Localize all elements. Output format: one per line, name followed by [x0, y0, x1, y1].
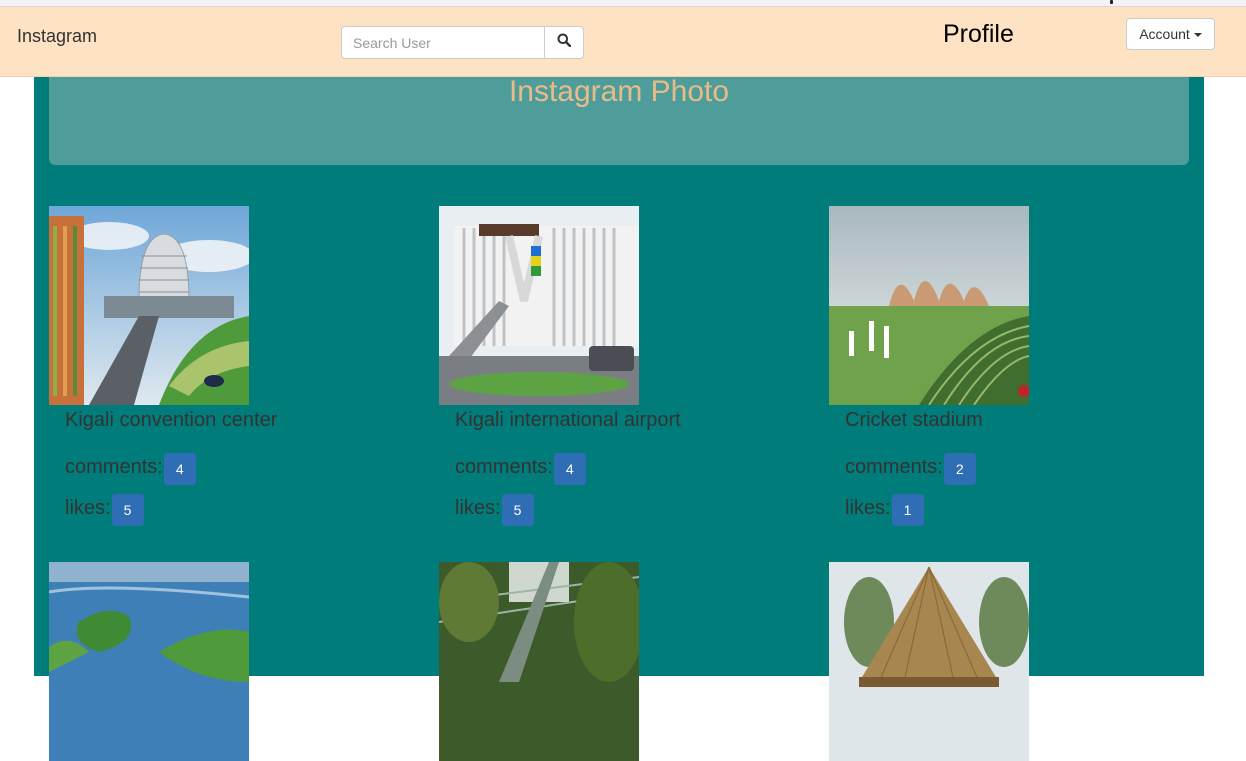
navbar: Instagram Profile Account [0, 7, 1246, 77]
comments-row: comments: 2 [845, 449, 976, 485]
search-button[interactable] [544, 26, 584, 59]
browser-top-edge [0, 0, 1246, 7]
post-photo[interactable] [439, 562, 639, 761]
post-photo[interactable] [439, 206, 639, 405]
comments-count-badge: 4 [553, 453, 586, 485]
post-photo[interactable] [49, 206, 249, 405]
likes-label: likes: [455, 496, 501, 519]
stray-mark [1110, 0, 1113, 4]
comments-count-badge: 4 [163, 453, 196, 485]
likes-label: likes: [845, 496, 891, 519]
likes-count-badge: 5 [111, 494, 144, 526]
brand-link[interactable]: Instagram [17, 26, 97, 47]
caret-down-icon [1193, 33, 1202, 37]
likes-label: likes: [65, 496, 111, 519]
likes-row: likes: 5 [455, 490, 534, 526]
post-caption: Kigali international airport [455, 409, 681, 431]
main-container: Instagram Photo Kigali convention center… [34, 77, 1204, 761]
likes-count-badge: 5 [501, 494, 534, 526]
likes-count-badge: 1 [891, 494, 924, 526]
comments-label: comments: [65, 455, 163, 478]
comments-row: comments: 4 [65, 449, 196, 485]
search-form [341, 26, 584, 59]
comments-label: comments: [845, 455, 943, 478]
page-title: Instagram Photo [508, 75, 730, 108]
comments-row: comments: 4 [455, 449, 586, 485]
likes-row: likes: 1 [845, 490, 924, 526]
likes-row: likes: 5 [65, 490, 144, 526]
account-dropdown-button[interactable]: Account [1126, 18, 1215, 50]
search-input[interactable] [341, 26, 545, 59]
post-caption: Cricket stadium [845, 409, 983, 431]
post-caption: Kigali convention center [65, 409, 278, 431]
account-label: Account [1139, 26, 1190, 42]
post-photo[interactable] [49, 562, 249, 761]
post-photo[interactable] [829, 206, 1029, 405]
post-photo[interactable] [829, 562, 1029, 761]
comments-label: comments: [455, 455, 553, 478]
profile-link[interactable]: Profile [943, 20, 1014, 49]
jumbotron: Instagram Photo [49, 77, 1189, 165]
search-icon [557, 33, 572, 52]
comments-count-badge: 2 [943, 453, 976, 485]
